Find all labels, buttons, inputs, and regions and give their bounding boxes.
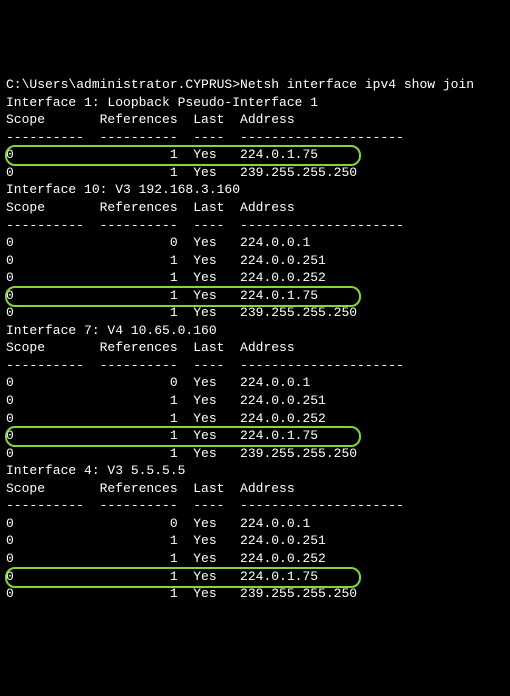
data-row: 0 1 Yes 239.255.255.250 — [6, 445, 504, 463]
data-row: 0 1 Yes 239.255.255.250 — [6, 164, 504, 182]
column-headers: Scope References Last Address — [6, 339, 504, 357]
data-row: 0 1 Yes 224.0.0.252 — [6, 410, 504, 428]
data-row: 0 1 Yes 239.255.255.250 — [6, 304, 504, 322]
data-row: 0 1 Yes 224.0.1.75 — [6, 427, 504, 445]
column-headers: Scope References Last Address — [6, 480, 504, 498]
terminal-output: C:\Users\administrator.CYPRUS>Netsh inte… — [6, 76, 504, 602]
data-row: 0 0 Yes 224.0.0.1 — [6, 515, 504, 533]
interface-title: Interface 4: V3 5.5.5.5 — [6, 462, 504, 480]
data-row: 0 1 Yes 224.0.0.251 — [6, 532, 504, 550]
command-prompt: C:\Users\administrator.CYPRUS>Netsh inte… — [6, 76, 504, 94]
data-row: 0 1 Yes 239.255.255.250 — [6, 585, 504, 603]
data-row: 0 1 Yes 224.0.1.75 — [6, 287, 504, 305]
highlight-marker — [5, 426, 361, 447]
interface-title: Interface 7: V4 10.65.0.160 — [6, 322, 504, 340]
interface-title: Interface 1: Loopback Pseudo-Interface 1 — [6, 94, 504, 112]
highlight-marker — [5, 145, 361, 166]
data-row: 0 1 Yes 224.0.1.75 — [6, 146, 504, 164]
data-row: 0 0 Yes 224.0.0.1 — [6, 374, 504, 392]
column-dashes: ---------- ---------- ---- -------------… — [6, 357, 504, 375]
column-dashes: ---------- ---------- ---- -------------… — [6, 217, 504, 235]
highlight-marker — [5, 567, 361, 588]
highlight-marker — [5, 286, 361, 307]
data-row: 0 1 Yes 224.0.0.251 — [6, 252, 504, 270]
interface-title: Interface 10: V3 192.168.3.160 — [6, 181, 504, 199]
data-row: 0 1 Yes 224.0.0.252 — [6, 550, 504, 568]
column-dashes: ---------- ---------- ---- -------------… — [6, 129, 504, 147]
data-row: 0 1 Yes 224.0.1.75 — [6, 568, 504, 586]
data-row: 0 1 Yes 224.0.0.252 — [6, 269, 504, 287]
column-headers: Scope References Last Address — [6, 111, 504, 129]
data-row: 0 0 Yes 224.0.0.1 — [6, 234, 504, 252]
column-headers: Scope References Last Address — [6, 199, 504, 217]
column-dashes: ---------- ---------- ---- -------------… — [6, 497, 504, 515]
data-row: 0 1 Yes 224.0.0.251 — [6, 392, 504, 410]
